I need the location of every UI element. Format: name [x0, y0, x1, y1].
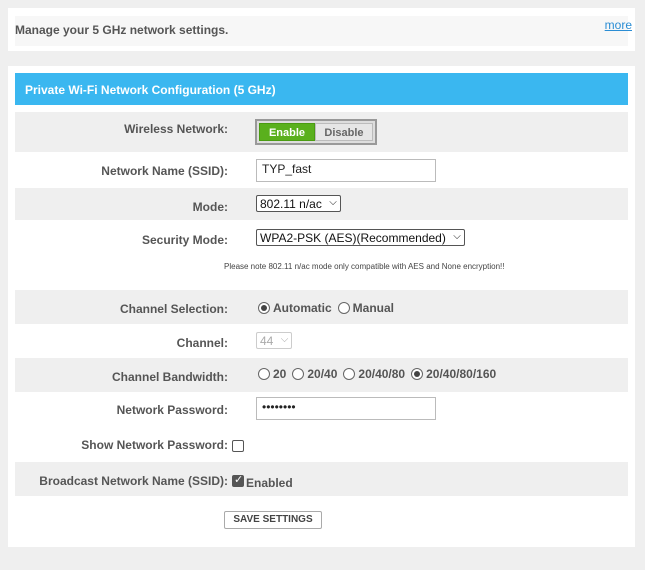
save-settings-button[interactable]: SAVE SETTINGS [224, 511, 322, 529]
channel-select: 44 ⌵ [256, 332, 293, 349]
wireless-toggle: Enable Disable [255, 119, 377, 145]
more-link[interactable]: more [605, 18, 632, 32]
mode-label: Mode: [192, 200, 228, 214]
broadcast-ssid-label: Broadcast Network Name (SSID): [39, 474, 228, 488]
radio-manual-label: Manual [352, 301, 395, 315]
radio-automatic[interactable] [258, 302, 270, 314]
security-mode-label: Security Mode: [141, 233, 228, 247]
radio-bw-20-40-80[interactable] [343, 368, 356, 380]
row-channel: Channel: [15, 324, 628, 358]
channel-bandwidth-label: Channel Bandwidth: [112, 370, 228, 384]
chevron-down-icon: ⌵ [453, 231, 461, 242]
password-input[interactable]: •••••••• [256, 397, 436, 420]
wireless-network-label: Wireless Network: [124, 122, 228, 136]
mode-value: 802.11 n/ac [260, 197, 322, 211]
intro-text: Manage your 5 GHz network settings. [15, 23, 229, 37]
channel-label: Channel: [176, 336, 228, 350]
channel-selection-radios: Automatic Manual [258, 301, 400, 315]
row-broadcast-ssid: Broadcast Network Name (SSID): [15, 462, 628, 496]
row-show-password: Show Network Password: [15, 426, 628, 462]
show-password-checkbox[interactable] [232, 440, 244, 452]
channel-selection-label: Channel Selection: [119, 302, 228, 316]
security-mode-select[interactable]: WPA2-PSK (AES)(Recommended) ⌵ [256, 229, 465, 246]
show-password-label: Show Network Password: [81, 438, 228, 452]
channel-value: 44 [260, 334, 274, 348]
section-title: Private Wi-Fi Network Configuration (5 G… [15, 73, 628, 105]
chevron-down-icon: ⌵ [329, 197, 337, 208]
radio-bw-20-40-80-160[interactable] [411, 368, 424, 380]
chevron-down-icon: ⌵ [280, 334, 289, 345]
radio-bw-20-label: 20 [273, 367, 287, 381]
enable-button[interactable]: Enable [259, 123, 315, 141]
compatibility-note: Please note 802.11 n/ac mode only compat… [224, 262, 505, 271]
broadcast-enabled-label: Enabled [246, 476, 293, 490]
config-card: Private Wi-Fi Network Configuration (5 G… [8, 66, 635, 547]
radio-bw-20-40-label: 20/40 [307, 367, 338, 381]
radio-bw-20-40-80-label: 20/40/80 [358, 367, 406, 381]
disable-button[interactable]: Disable [315, 123, 373, 141]
ssid-input[interactable]: TYP_fast [256, 159, 436, 182]
ssid-label: Network Name (SSID): [101, 164, 228, 178]
security-mode-value: WPA2-PSK (AES)(Recommended) [260, 231, 446, 245]
radio-manual[interactable] [337, 302, 350, 314]
mode-select[interactable]: 802.11 n/ac ⌵ [256, 195, 341, 212]
bandwidth-radios: 20 20/40 20/40/80 20/40/80/160 [258, 367, 502, 381]
radio-automatic-label: Automatic [273, 301, 332, 315]
network-password-label: Network Password: [116, 403, 228, 417]
radio-bw-20-40-80-160-label: 20/40/80/160 [426, 367, 497, 381]
radio-bw-20[interactable] [258, 368, 270, 380]
broadcast-ssid-checkbox[interactable] [232, 473, 244, 487]
radio-bw-20-40[interactable] [292, 368, 305, 380]
